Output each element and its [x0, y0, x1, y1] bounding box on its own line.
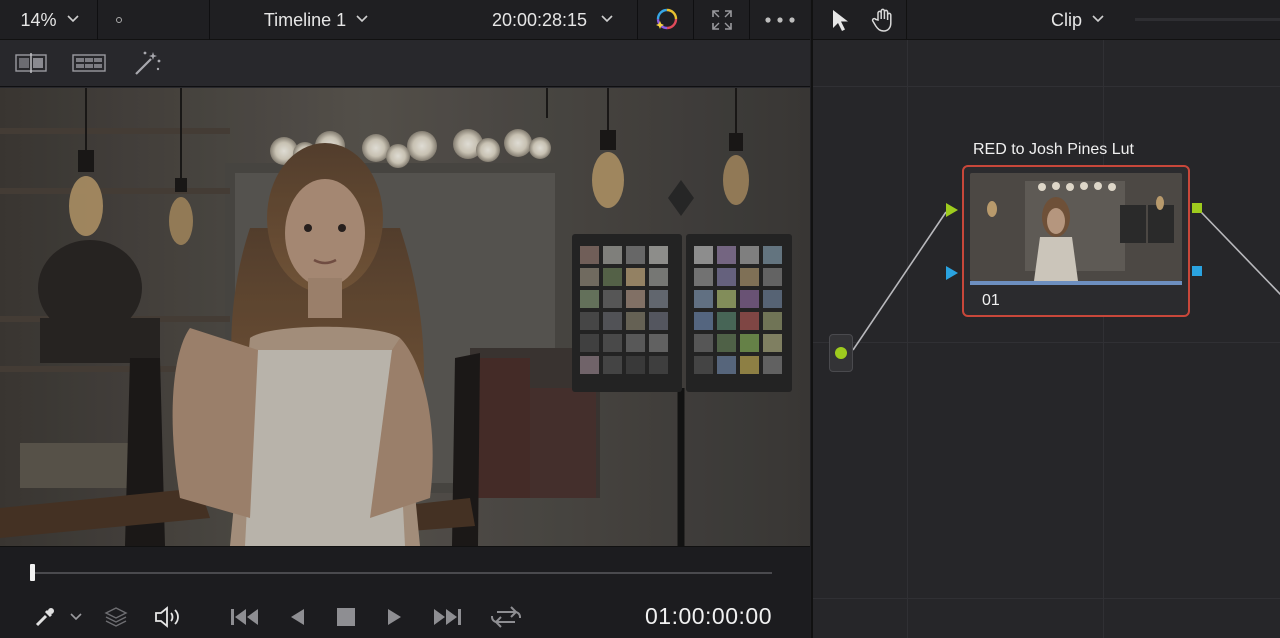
- layers-icon: [104, 607, 128, 627]
- stop-icon: [337, 608, 355, 626]
- timeline-dropdown[interactable]: Timeline 1: [210, 0, 420, 40]
- node-label: RED to Josh Pines Lut: [973, 141, 1134, 158]
- color-fx-button[interactable]: [638, 0, 694, 40]
- skip-back-icon: [231, 609, 258, 625]
- fullscreen-button[interactable]: [694, 0, 750, 40]
- eyedropper-options-dropdown[interactable]: [66, 599, 86, 635]
- viewer-toolbar: 14% Timeline 1 20:00:28:15: [0, 0, 810, 40]
- viewer-panel: 14% Timeline 1 20:00:28:15 01:00:00:00: [0, 0, 810, 638]
- skip-forward-icon: [434, 609, 461, 625]
- stop-button[interactable]: [334, 599, 358, 635]
- chevron-down-icon: [66, 15, 79, 25]
- play-reverse-icon: [291, 609, 304, 625]
- color-wheel-sparkle-icon: [655, 8, 677, 30]
- timecode-dropdown[interactable]: 20:00:28:15: [420, 0, 638, 40]
- zoom-dropdown[interactable]: 14%: [0, 0, 98, 40]
- playhead[interactable]: [30, 564, 35, 581]
- magic-wand-icon: [135, 51, 161, 75]
- viewer-image[interactable]: [0, 88, 810, 546]
- go-to-first-frame-button[interactable]: [228, 599, 262, 635]
- loop-icon: [491, 606, 521, 628]
- timeline-marker-strip[interactable]: [98, 0, 210, 40]
- play-reverse-button[interactable]: [284, 599, 310, 635]
- node-thumbnail-illustration: [970, 173, 1182, 281]
- speaker-icon: [155, 606, 179, 628]
- marker-dot-icon: [116, 17, 122, 23]
- magic-wand-button[interactable]: [130, 50, 164, 76]
- rgb-input-icon[interactable]: [946, 203, 958, 217]
- gallery-view-button[interactable]: [72, 50, 106, 76]
- split-wipe-icon: [15, 53, 47, 73]
- loop-button[interactable]: [488, 599, 524, 635]
- go-to-last-frame-button[interactable]: [430, 599, 464, 635]
- expand-icon: [711, 10, 732, 30]
- viewer-subtoolbar: [0, 40, 810, 87]
- audio-button[interactable]: [152, 599, 184, 635]
- source-output-icon[interactable]: [835, 347, 847, 359]
- more-options-button[interactable]: [750, 0, 810, 40]
- corrector-node[interactable]: 01: [962, 165, 1190, 317]
- play-icon: [388, 609, 401, 625]
- node-editor-panel: Clip RED to Josh Pines Lut 01: [811, 0, 1280, 638]
- eyedropper-button[interactable]: [32, 599, 58, 635]
- eyedropper-icon: [35, 608, 54, 627]
- layers-button[interactable]: [102, 599, 130, 635]
- chevron-down-icon: [601, 15, 613, 25]
- chevron-down-icon: [70, 613, 82, 621]
- clip-frame-illustration: [0, 88, 810, 546]
- timeline-name: Timeline 1: [263, 9, 347, 30]
- scrubber-track[interactable]: [34, 572, 772, 574]
- connection-line-in: [852, 211, 947, 351]
- play-button[interactable]: [382, 599, 408, 635]
- node-progress-bar: [970, 281, 1182, 285]
- transport-bar: 01:00:00:00: [0, 546, 810, 638]
- rgb-output-icon[interactable]: [1192, 203, 1202, 213]
- split-wipe-button[interactable]: [14, 50, 48, 76]
- source-input-node[interactable]: [829, 334, 853, 372]
- source-timecode: 20:00:28:15: [491, 9, 588, 30]
- playhead-timecode: 01:00:00:00: [644, 603, 772, 629]
- chevron-down-icon: [356, 15, 368, 25]
- zoom-level: 14%: [20, 9, 57, 30]
- node-connections: [852, 203, 1280, 351]
- node-thumbnail: [970, 173, 1182, 281]
- connection-line-out: [1200, 211, 1280, 296]
- node-number: 01: [982, 292, 1000, 309]
- key-input-icon[interactable]: [946, 266, 958, 280]
- key-output-icon[interactable]: [1192, 266, 1202, 276]
- ellipsis-icon: [765, 17, 795, 23]
- grid-view-icon: [72, 54, 106, 72]
